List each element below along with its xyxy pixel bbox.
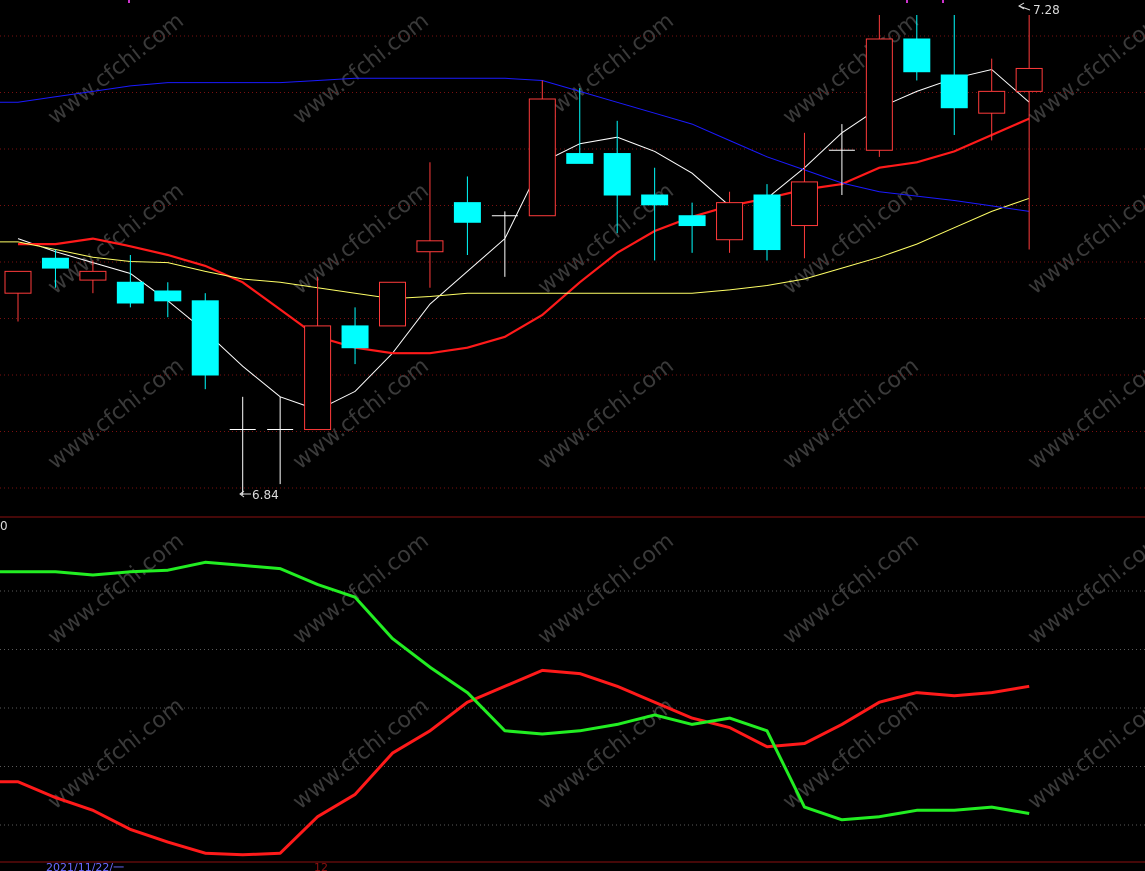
candle-body xyxy=(753,194,781,251)
indicator-zero-label: 0 xyxy=(0,519,8,533)
candle-body xyxy=(903,38,931,73)
candle-body xyxy=(566,153,594,164)
candle-body xyxy=(790,181,818,227)
candle-body xyxy=(716,202,744,241)
candle xyxy=(528,80,556,217)
candle-body xyxy=(416,240,444,253)
candle-body xyxy=(678,215,706,227)
stock-chart: www.cfchi.com www.cfchi.com www.cfchi.com w… xyxy=(0,0,1145,871)
candle-body xyxy=(79,270,107,281)
date-tail-label: 12 xyxy=(314,861,328,871)
candle-body xyxy=(341,325,369,349)
candle-body xyxy=(603,153,631,196)
candle-body xyxy=(641,194,669,206)
candle xyxy=(191,293,219,390)
candle-body xyxy=(304,325,332,431)
high-price-label: 7.28 xyxy=(1033,3,1060,17)
candle-body xyxy=(154,290,182,302)
candle-body xyxy=(453,202,481,223)
top-tick xyxy=(128,0,130,3)
candle-body xyxy=(4,270,32,294)
candle-body xyxy=(1015,67,1043,92)
top-tick xyxy=(906,0,908,3)
candle-body xyxy=(528,98,556,217)
candle-body xyxy=(116,281,144,304)
candle-body xyxy=(865,38,893,151)
date-label: 2021/11/22/一 xyxy=(46,861,124,871)
low-price-label: 6.84 xyxy=(252,488,279,502)
candle-body xyxy=(940,74,968,109)
candle xyxy=(379,281,406,327)
top-tick xyxy=(942,0,944,3)
candle-body xyxy=(41,257,69,269)
candle xyxy=(753,184,781,261)
candle-body xyxy=(379,281,406,327)
candle-body xyxy=(191,300,219,376)
candle-body xyxy=(978,90,1006,114)
